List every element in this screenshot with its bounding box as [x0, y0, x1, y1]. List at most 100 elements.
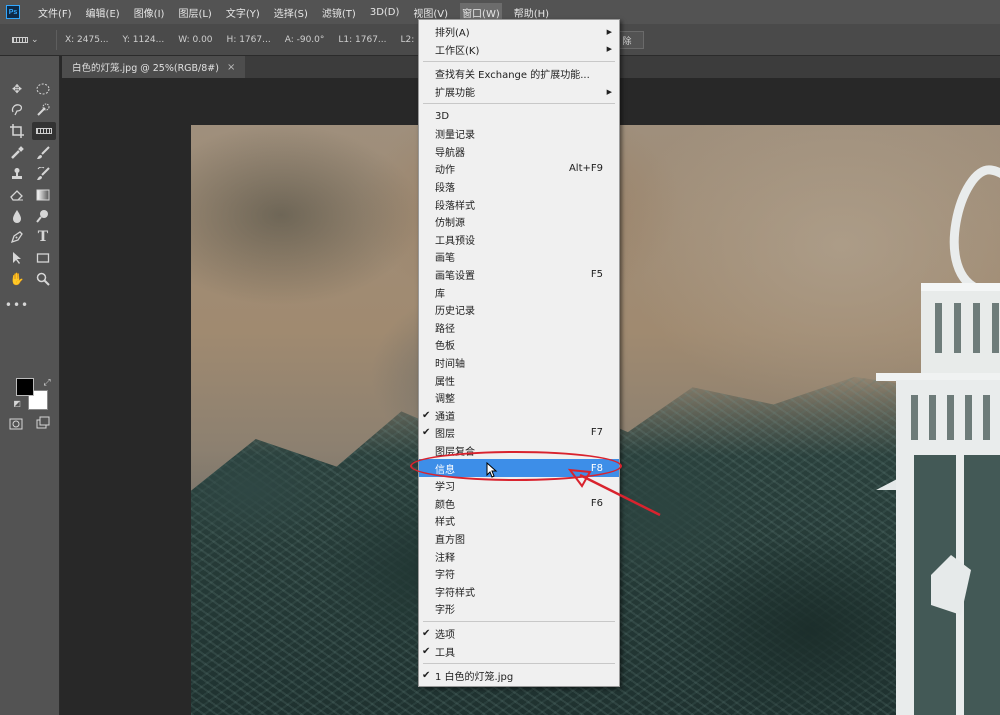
window-menu-item[interactable]: 扩展功能 ▶: [419, 83, 619, 101]
menu-4[interactable]: 文字(Y): [224, 3, 262, 22]
window-menu-item-label: 字符样式: [435, 587, 475, 599]
menu-2[interactable]: 图像(I): [132, 3, 167, 22]
window-menu-item[interactable]: 画笔设置 F5: [419, 266, 619, 284]
window-menu-item[interactable]: 字形: [419, 600, 619, 618]
height-readout: H: 1767...: [226, 34, 271, 45]
menu-separator: [423, 620, 615, 622]
window-menu-item[interactable]: 字符样式: [419, 583, 619, 601]
lasso-tool-icon[interactable]: [8, 101, 26, 119]
window-menu-item[interactable]: ✔ 图层 F7: [419, 424, 619, 442]
x-readout: X: 2475...: [65, 34, 109, 45]
window-menu-item[interactable]: ✔ 通道: [419, 407, 619, 425]
window-menu-item[interactable]: 字符: [419, 565, 619, 583]
submenu-arrow-icon: ▶: [606, 27, 612, 36]
rectangle-tool-icon[interactable]: [34, 249, 52, 267]
history-brush-tool-icon[interactable]: [34, 165, 52, 183]
tools-panel: ✥ T ✋ ••• ⤢ ◩: [0, 56, 60, 715]
window-menu-item[interactable]: 工具预设: [419, 231, 619, 249]
hand-tool-icon[interactable]: ✋: [8, 270, 26, 288]
window-menu-item[interactable]: ✔ 选项: [419, 625, 619, 643]
lantern-image: [876, 165, 1000, 715]
window-menu-item-label: 测量记录: [435, 130, 475, 142]
path-selection-tool-icon[interactable]: [8, 249, 26, 267]
document-tab-title: 白色的灯笼.jpg @ 25%(RGB/8#): [72, 63, 219, 74]
length2-readout: L2:: [400, 34, 415, 45]
default-colors-icon[interactable]: ◩: [8, 394, 26, 412]
menu-3[interactable]: 图层(L): [176, 3, 213, 22]
eyedropper-tool-icon[interactable]: [8, 144, 26, 162]
window-menu-item[interactable]: 历史记录: [419, 301, 619, 319]
menu-1[interactable]: 编辑(E): [84, 3, 122, 22]
window-menu-item[interactable]: 路径: [419, 319, 619, 337]
window-menu-item[interactable]: 段落: [419, 178, 619, 196]
window-menu-item-label: 导航器: [435, 147, 465, 159]
chevron-down-icon: ⌄: [31, 34, 39, 45]
marquee-tool-icon[interactable]: [34, 80, 52, 98]
window-menu-item[interactable]: 测量记录: [419, 125, 619, 143]
window-menu-item-label: 时间轴: [435, 359, 465, 371]
crop-tool-icon[interactable]: [8, 122, 26, 140]
submenu-arrow-icon: ▶: [606, 45, 612, 54]
window-menu-item[interactable]: 直方图: [419, 530, 619, 548]
window-menu-item-label: 直方图: [435, 535, 465, 547]
window-menu-item[interactable]: 工作区(K) ▶: [419, 41, 619, 59]
menu-0[interactable]: 文件(F): [36, 3, 74, 22]
window-menu-item[interactable]: ✔ 工具: [419, 642, 619, 660]
photoshop-logo-icon[interactable]: Ps: [6, 5, 20, 19]
window-menu-item[interactable]: 段落样式: [419, 195, 619, 213]
window-menu-item-label: 工具: [435, 647, 455, 659]
window-menu-item-label: 字形: [435, 605, 455, 617]
window-menu-item[interactable]: 导航器: [419, 143, 619, 161]
window-menu-item[interactable]: 色板: [419, 336, 619, 354]
ruler-tool-icon[interactable]: [32, 122, 56, 140]
window-menu-item-label: 调整: [435, 394, 455, 406]
brush-tool-icon[interactable]: [34, 144, 52, 162]
window-menu-item[interactable]: 属性: [419, 371, 619, 389]
close-icon[interactable]: ×: [227, 62, 235, 73]
window-menu-item[interactable]: 3D: [419, 107, 619, 125]
blur-tool-icon[interactable]: [8, 207, 26, 225]
menu-separator: [423, 663, 615, 664]
window-menu-item-label: 图层: [435, 429, 455, 441]
gradient-tool-icon[interactable]: [34, 186, 52, 204]
window-menu-item-label: 路径: [435, 323, 455, 335]
window-menu-item-label: 动作: [435, 165, 455, 177]
window-menu-item[interactable]: 调整: [419, 389, 619, 407]
menu-5[interactable]: 选择(S): [272, 3, 310, 22]
menu-7[interactable]: 3D(D): [368, 5, 402, 20]
window-menu-item[interactable]: 仿制源: [419, 213, 619, 231]
window-menu-item[interactable]: 排列(A) ▶: [419, 23, 619, 41]
type-tool-icon[interactable]: T: [34, 228, 52, 246]
more-tools-icon[interactable]: •••: [5, 296, 28, 314]
window-menu-item[interactable]: 画笔: [419, 248, 619, 266]
zoom-tool-icon[interactable]: [34, 270, 52, 288]
screen-mode-icon[interactable]: [34, 364, 52, 429]
tool-preset-picker[interactable]: ⌄: [12, 31, 48, 49]
quick-selection-tool-icon[interactable]: [34, 101, 52, 119]
window-menu-item[interactable]: 库: [419, 283, 619, 301]
move-tool-icon[interactable]: ✥: [8, 80, 26, 98]
window-menu-item[interactable]: 动作 Alt+F9: [419, 160, 619, 178]
window-menu-item[interactable]: 时间轴: [419, 354, 619, 372]
window-menu-item-label: 画笔设置: [435, 271, 475, 283]
window-menu-item-label: 学习: [435, 482, 455, 494]
window-menu-item-label: 样式: [435, 517, 455, 529]
window-menu-item-label: 字符: [435, 570, 455, 582]
mouse-cursor-icon: [486, 462, 498, 478]
checkmark-icon: ✔: [422, 628, 431, 640]
document-tab[interactable]: 白色的灯笼.jpg @ 25%(RGB/8#) ×: [62, 56, 246, 78]
window-menu-item-label: 画笔: [435, 253, 455, 265]
quick-mask-icon[interactable]: [6, 364, 26, 430]
window-menu-item[interactable]: 注释: [419, 547, 619, 565]
window-menu-item[interactable]: ✔ 1 白色的灯笼.jpg: [419, 667, 619, 685]
window-menu-item[interactable]: 查找有关 Exchange 的扩展功能...: [419, 65, 619, 83]
window-menu-item-shortcut: F5: [590, 269, 603, 281]
dodge-tool-icon[interactable]: [34, 207, 52, 225]
window-menu-item-label: 1 白色的灯笼.jpg: [435, 672, 514, 684]
window-menu-item-label: 3D: [435, 110, 450, 122]
pen-tool-icon[interactable]: [8, 228, 26, 246]
menu-6[interactable]: 滤镜(T): [320, 3, 358, 22]
stamp-tool-icon[interactable]: [8, 165, 26, 183]
eraser-tool-icon[interactable]: [8, 186, 26, 204]
window-menu-item-shortcut: Alt+F9: [568, 163, 603, 175]
